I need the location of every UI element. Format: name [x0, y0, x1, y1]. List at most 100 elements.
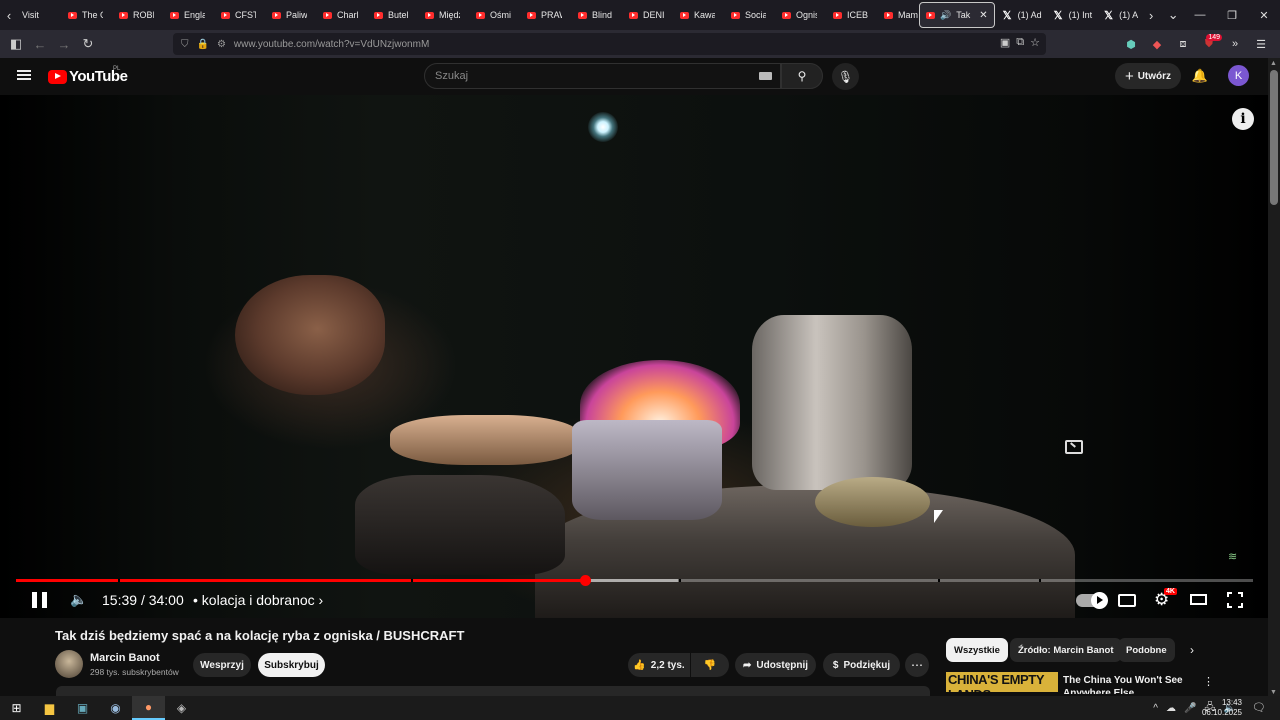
ublock-extension-icon[interactable]: ⛊ 149 [1200, 32, 1222, 56]
maximize-icon[interactable]: ❐ [1216, 0, 1248, 30]
like-button[interactable]: 👍 2,2 tys. [628, 653, 690, 677]
more-actions-icon[interactable]: ⋯ [905, 653, 929, 677]
info-icon[interactable]: i [1232, 108, 1254, 130]
url-text[interactable]: www.youtube.com/watch?v=VdUNzjwonmM [234, 39, 429, 50]
browser-tab[interactable]: Social [715, 0, 766, 30]
youtube-logo[interactable]: YouTube PL [48, 66, 128, 85]
app-menu-icon[interactable]: ☰ [1252, 32, 1270, 56]
bookmark-star-icon[interactable]: ☆ [1030, 36, 1040, 49]
permissions-icon[interactable]: ⚙ [217, 39, 226, 50]
volume-icon[interactable]: 🔈 [70, 591, 87, 608]
miniplayer-icon[interactable] [1065, 440, 1083, 454]
remote-desktop-icon[interactable]: ▣ [66, 696, 99, 720]
scrollbar-thumb[interactable] [1270, 70, 1278, 205]
description-box[interactable] [56, 686, 930, 696]
notifications-bell-icon[interactable]: 🔔 [1191, 67, 1209, 85]
browser-tab[interactable]: PRAW [511, 0, 562, 30]
channel-name[interactable]: Marcin Banot [90, 652, 160, 664]
windows-start-icon[interactable]: ⊞ [0, 696, 33, 720]
browser-tab[interactable]: Ognis [766, 0, 817, 30]
minimize-icon[interactable]: — [1184, 0, 1216, 30]
support-button[interactable]: Wesprzyj [193, 653, 251, 677]
recommendation-thumbnail[interactable]: CHINA'S EMPTY LANDS [946, 672, 1058, 692]
page-scrollbar[interactable]: ▲ ▼ [1268, 58, 1280, 698]
steam-icon[interactable]: ◉ [99, 696, 132, 720]
search-button[interactable]: ⚲ [781, 63, 823, 89]
share-button[interactable]: ➦ Udostępnij [735, 653, 816, 677]
reader-view-icon[interactable]: ▣ [1000, 36, 1010, 49]
subtitles-icon[interactable] [1118, 594, 1136, 607]
tab-scroll-right-icon[interactable]: › [1142, 0, 1160, 30]
microphone-tray-icon[interactable]: 🎤 [1184, 703, 1196, 714]
channel-watermark-icon[interactable]: ≋ [1228, 550, 1250, 564]
browser-tab[interactable]: 𝕏 (1) Ad [995, 0, 1046, 30]
browser-tab[interactable]: DENI [613, 0, 664, 30]
browser-tab[interactable]: Paliw [256, 0, 307, 30]
tab-list-dropdown-icon[interactable]: ⌄ [1160, 0, 1186, 30]
chapter-title[interactable]: • kolacja i dobranoc › [193, 592, 323, 608]
tab-scroll-left-icon[interactable]: ‹ [0, 0, 18, 30]
chevron-right-icon[interactable]: › [1190, 643, 1194, 657]
keyboard-icon[interactable] [759, 72, 772, 80]
shield-icon[interactable]: ⛉ [181, 39, 189, 50]
theater-mode-icon[interactable] [1190, 594, 1207, 605]
autoplay-toggle[interactable] [1076, 592, 1108, 609]
cloud-icon[interactable]: ☁ [1166, 703, 1176, 714]
extensions-icon[interactable]: ⧈ [1174, 32, 1192, 56]
progress-bar[interactable] [16, 575, 1253, 586]
browser-tab[interactable]: 𝕏 (1) Int [1046, 0, 1097, 30]
browser-tab[interactable]: Charl [307, 0, 358, 30]
pause-icon[interactable] [32, 592, 48, 608]
voice-search-button[interactable]: 🎙 [832, 63, 859, 90]
scroll-up-icon[interactable]: ▲ [1270, 60, 1277, 67]
subscribe-button[interactable]: Subskrybuj [258, 653, 325, 677]
firefox-icon[interactable]: ● [132, 696, 165, 720]
overflow-menu-icon[interactable]: » [1226, 32, 1244, 56]
browser-tab[interactable]: 𝕏 (1) A [1096, 0, 1142, 30]
browser-tab[interactable]: ICEBE [817, 0, 868, 30]
browser-tab[interactable]: Blind [562, 0, 613, 30]
guide-menu-icon[interactable] [17, 70, 31, 80]
browser-tab[interactable]: Ośmi [460, 0, 511, 30]
thanks-button[interactable]: $ Podziękuj [823, 653, 900, 677]
tray-expand-icon[interactable]: ^ [1153, 703, 1158, 714]
browser-tab[interactable]: Engla [154, 0, 205, 30]
back-icon[interactable]: ← [28, 32, 52, 56]
browser-tab[interactable]: Butel [358, 0, 409, 30]
fox-extension-icon[interactable]: ◆ [1148, 32, 1166, 56]
dislike-button[interactable]: 👎 [691, 653, 729, 677]
speaker-icon[interactable]: 🔊 [940, 10, 951, 21]
close-window-icon[interactable]: ✕ [1248, 0, 1280, 30]
search-input[interactable]: Szukaj [424, 63, 781, 89]
recommendation-menu-icon[interactable]: ⋮ [1203, 675, 1214, 688]
chip-channel[interactable]: Źródło: Marcin Banot [1010, 638, 1122, 662]
scroll-down-icon[interactable]: ▼ [1270, 689, 1277, 696]
reload-icon[interactable]: ↻ [76, 32, 100, 56]
browser-tab-active[interactable]: 🔊 Tak ✕ [919, 2, 995, 28]
create-button[interactable]: + Utwórz [1115, 63, 1181, 89]
browser-tab[interactable]: Kawal [664, 0, 715, 30]
chip-related[interactable]: Podobne [1118, 638, 1175, 662]
address-bar[interactable]: ⛉ 🔒 ⚙ www.youtube.com/watch?v=VdUNzjwonm… [173, 33, 1046, 55]
notifications-icon[interactable]: 🗨 [1252, 701, 1266, 714]
browser-tab[interactable]: Visit [18, 0, 52, 30]
close-tab-icon[interactable]: ✕ [979, 10, 987, 21]
channel-avatar[interactable] [55, 650, 83, 678]
recommendation-title[interactable]: The China You Won't See Anywhere Else [1063, 674, 1203, 694]
picture-in-picture-icon[interactable]: ⧉ [1016, 36, 1024, 49]
file-explorer-icon[interactable]: ▆ [33, 696, 66, 720]
chip-all[interactable]: Wszystkie [946, 638, 1008, 662]
forward-icon[interactable]: → [52, 32, 76, 56]
lock-icon[interactable]: 🔒 [197, 39, 209, 50]
video-player[interactable]: i ≋ 🔈 15:39 / 34:00 • kolacja i dobranoc… [0, 95, 1268, 618]
clock[interactable]: 13:43 06.10.2025 [1202, 696, 1242, 720]
browser-tab[interactable]: Mam [868, 0, 919, 30]
account-avatar[interactable]: K [1228, 65, 1249, 86]
browser-tab[interactable]: Międz [409, 0, 460, 30]
app-icon[interactable]: ◈ [165, 696, 198, 720]
browser-tab[interactable]: CFST [205, 0, 256, 30]
sidebar-toggle-icon[interactable]: ◧ [4, 32, 28, 56]
fullscreen-icon[interactable] [1227, 592, 1243, 608]
vpn-extension-icon[interactable]: ⬢ [1122, 32, 1140, 56]
browser-tab[interactable]: ROBI [103, 0, 154, 30]
